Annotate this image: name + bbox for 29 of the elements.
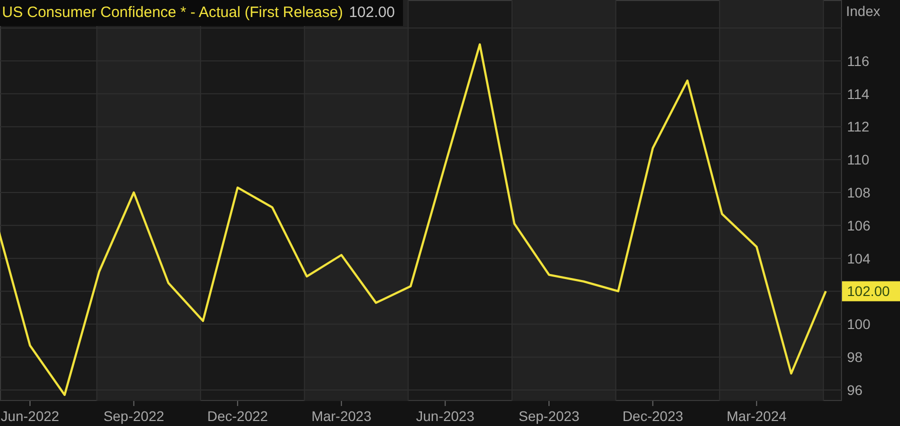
axis-tick-label: Mar-2023 (311, 408, 372, 424)
axis-tick-label: 98 (847, 349, 863, 366)
axis-tick-label: 114 (847, 86, 870, 102)
axis-tick-label: 100 (847, 316, 870, 332)
axis-tick (548, 400, 550, 406)
series-value: 102.00 (348, 4, 395, 21)
axis-tick-label: Jun-2022 (0, 408, 60, 424)
axis-tick-label: 116 (847, 52, 870, 69)
axis-tick-label: 104 (847, 250, 870, 266)
axis-tick (652, 400, 654, 406)
axis-tick (444, 400, 446, 406)
axis-tick-label: Mar-2024 (726, 408, 787, 424)
series-title: US Consumer Confidence * - Actual (First Release) (2, 4, 343, 21)
axis-tick-label: 106 (847, 217, 870, 234)
axis-tick-label: 112 (847, 118, 870, 135)
axis-title: Index (846, 3, 880, 19)
current-value-tag: 102.00 (842, 281, 900, 302)
axis-tick (340, 400, 342, 406)
axis-tick-label: Dec-2023 (622, 408, 684, 424)
axis-tick-label: 110 (847, 152, 870, 168)
axis-tick (133, 400, 134, 406)
axis-tick-label: Dec-2022 (207, 408, 268, 424)
axis-tick-label: Sep-2022 (103, 408, 164, 424)
axis-tick (756, 400, 758, 406)
axis-tick-label: 108 (847, 184, 870, 201)
axis-tick (237, 400, 238, 406)
axis-tick-label: 96 (847, 382, 863, 398)
axis-tick-label: Sep-2023 (518, 408, 580, 424)
axis-tick-label: Jun-2023 (416, 408, 474, 424)
